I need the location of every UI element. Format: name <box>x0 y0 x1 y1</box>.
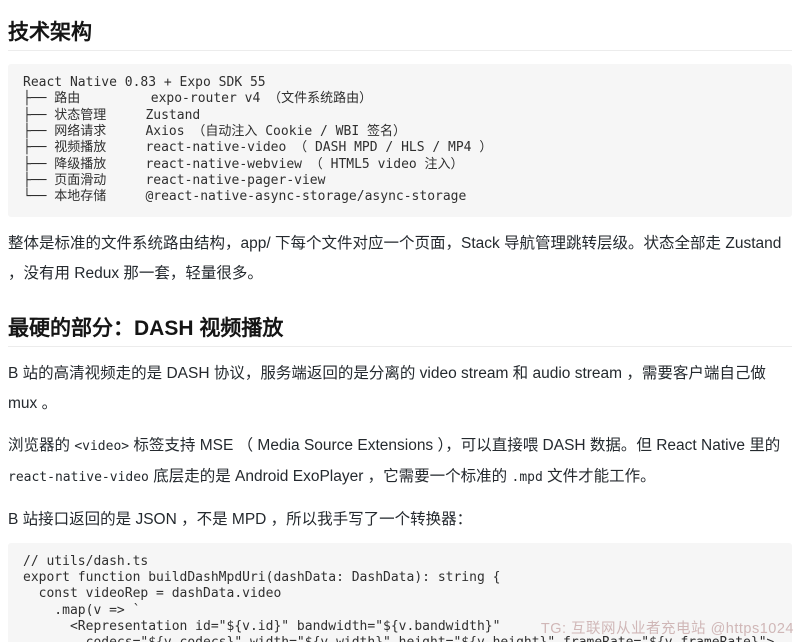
tech-stack-code-block: React Native 0.83 + Expo SDK 55 ├── 路由 e… <box>8 64 792 216</box>
heading-tech-architecture: 技术架构 <box>8 21 792 51</box>
code-line: ├── 路由 expo-router v4 （文件系统路由） <box>23 91 777 107</box>
code-line: // utils/dash.ts <box>23 554 777 570</box>
code-line: ├── 网络请求 Axios （自动注入 Cookie / WBI 签名） <box>23 124 777 140</box>
paragraph-json-converter: B 站接口返回的是 JSON ，不是 MPD ，所以我手写了一个转换器： <box>8 505 792 535</box>
code-line: ├── 降级播放 react-native-webview （ HTML5 vi… <box>23 157 777 173</box>
article-page: 技术架构 React Native 0.83 + Expo SDK 55 ├──… <box>0 0 800 642</box>
paragraph-routing-summary: 整体是标准的文件系统路由结构，app/ 下每个文件对应一个页面，Stack 导航… <box>8 229 792 289</box>
code-line: const videoRep = dashData.video <box>23 586 777 602</box>
code-line: codecs="${v.codecs}" width="${v.width}" … <box>23 635 777 642</box>
code-line: .map(v => ` <box>23 603 777 619</box>
text-run: 底层走的是 Android ExoPlayer ，它需要一个标准的 <box>149 468 512 485</box>
dash-converter-code-block: // utils/dash.ts export function buildDa… <box>8 543 792 642</box>
code-line: React Native 0.83 + Expo SDK 55 <box>23 75 777 91</box>
code-line: └── 本地存储 @react-native-async-storage/asy… <box>23 189 777 205</box>
code-line: export function buildDashMpdUri(dashData… <box>23 570 777 586</box>
heading-dash-playback: 最硬的部分：DASH 视频播放 <box>8 317 792 347</box>
paragraph-dash-protocol: B 站的高清视频走的是 DASH 协议，服务端返回的是分离的 video str… <box>8 359 792 419</box>
code-line: ├── 视频播放 react-native-video （ DASH MPD /… <box>23 140 777 156</box>
text-run: 标签支持 MSE （ Media Source Extensions ），可以直… <box>129 437 780 454</box>
inline-code-react-native-video: react-native-video <box>8 470 149 485</box>
code-line: ├── 状态管理 Zustand <box>23 108 777 124</box>
text-run: 浏览器的 <box>8 437 74 454</box>
text-run: 文件才能工作。 <box>543 468 656 485</box>
inline-code-mpd-extension: .mpd <box>512 470 543 485</box>
inline-code-video-tag: <video> <box>74 439 129 454</box>
code-line: <Representation id="${v.id}" bandwidth="… <box>23 619 777 635</box>
code-line: ├── 页面滑动 react-native-pager-view <box>23 173 777 189</box>
paragraph-mse-exoplayer: 浏览器的 <video> 标签支持 MSE （ Media Source Ext… <box>8 431 792 493</box>
